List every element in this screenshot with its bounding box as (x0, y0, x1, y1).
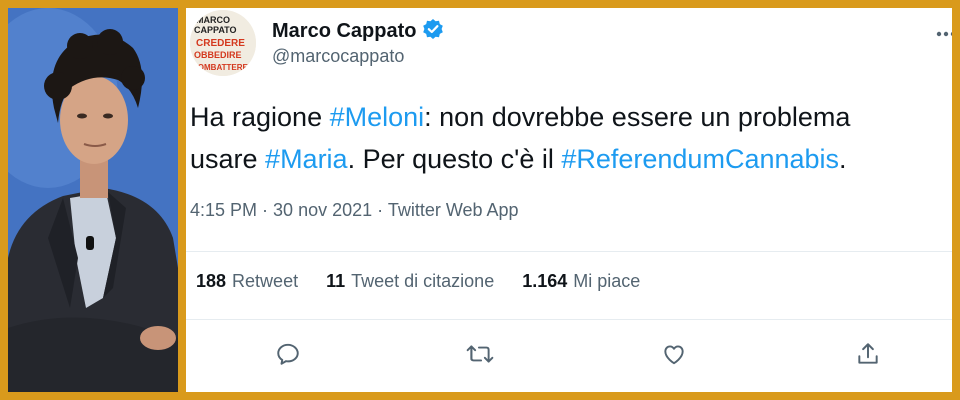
tweet-time[interactable]: 4:15 PM (190, 200, 257, 220)
hashtag-maria[interactable]: #Maria (265, 144, 348, 174)
like-icon[interactable] (658, 338, 690, 370)
tweet-text-part: Ha ragione (190, 102, 330, 132)
reply-icon[interactable] (272, 338, 304, 370)
tweet-date[interactable]: 30 nov 2021 (273, 200, 372, 220)
tweet-text-part: : non dovrebbe essere un problema (424, 102, 851, 132)
image-frame: MARCO CAPPATO CREDERE OBBEDIRE COMBATTER… (0, 0, 960, 400)
author-row: Marco Cappato (272, 18, 444, 45)
meta-separator: · (372, 200, 388, 220)
avatar-text-4: OBBEDIRE (194, 50, 242, 60)
likes-count: 1.164 (522, 271, 568, 291)
tweet-text: Ha ragione #Meloni: non dovrebbe essere … (190, 96, 850, 180)
avatar-text-2: CAPPATO (194, 25, 237, 35)
tweet-text-part: . (839, 144, 847, 174)
tweet-text-part: . Per questo c'è il (347, 144, 562, 174)
tweet-text-part: usare (190, 144, 266, 174)
tweet-line-2: usare #Maria. Per questo c'è il #Referen… (190, 138, 850, 180)
tweet-card: MARCO CAPPATO CREDERE OBBEDIRE COMBATTER… (186, 8, 952, 392)
quotes-label: Tweet di citazione (351, 271, 495, 291)
avatar[interactable]: MARCO CAPPATO CREDERE OBBEDIRE COMBATTER… (190, 10, 256, 76)
portrait-photo (8, 8, 178, 392)
avatar-text-1: MARCO (196, 15, 230, 25)
divider (186, 319, 952, 320)
more-options-icon[interactable] (936, 18, 952, 44)
likes-label: Mi piace (573, 271, 641, 291)
action-bar (186, 334, 952, 374)
engagement-stats: 188 Retweet 11 Tweet di citazione 1.164 Mi … (196, 271, 640, 292)
verified-badge-icon (422, 18, 444, 45)
tweet-line-1: Ha ragione #Meloni: non dovrebbe essere … (190, 96, 850, 138)
hashtag-referendum-cannabis[interactable]: #ReferendumCannabis (561, 144, 839, 174)
meta-separator: · (257, 200, 274, 220)
hashtag-meloni[interactable]: #Meloni (330, 102, 425, 132)
retweets-label: Retweet (232, 271, 299, 291)
quotes-stat[interactable]: 11 Tweet di citazione (326, 271, 494, 292)
retweets-stat[interactable]: 188 Retweet (196, 271, 298, 292)
tweet-meta: 4:15 PM · 30 nov 2021 · Twitter Web App (190, 200, 519, 221)
avatar-text-5: COMBATTERE (192, 63, 249, 72)
divider (186, 251, 952, 252)
retweets-count: 188 (196, 271, 227, 291)
avatar-text-3: CREDERE (196, 38, 245, 49)
share-icon[interactable] (852, 338, 884, 370)
retweet-icon[interactable] (464, 338, 496, 370)
quotes-count: 11 (326, 271, 346, 291)
author-name[interactable]: Marco Cappato (272, 20, 416, 43)
tweet-source[interactable]: Twitter Web App (388, 200, 519, 220)
author-handle[interactable]: @marcocappato (272, 46, 404, 67)
likes-stat[interactable]: 1.164 Mi piace (522, 271, 640, 292)
